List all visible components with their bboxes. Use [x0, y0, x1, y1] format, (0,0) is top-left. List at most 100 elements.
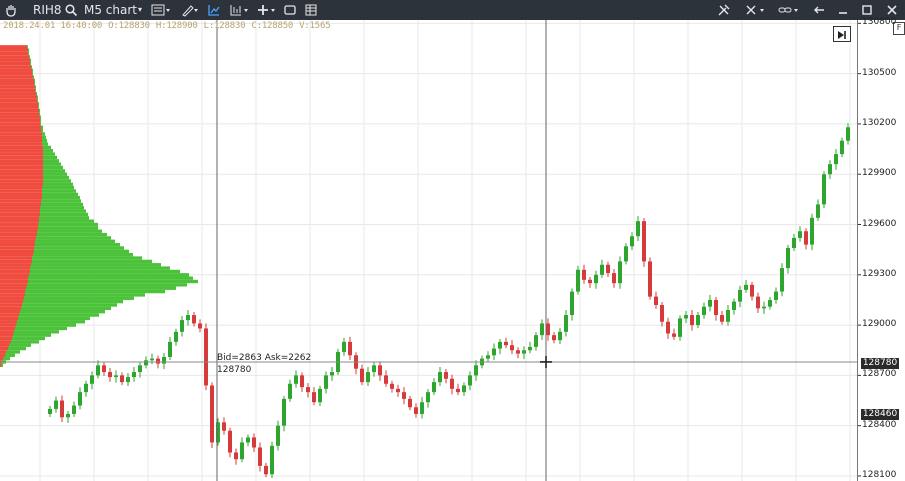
volume-profile-ask-bar [29, 273, 189, 277]
candle-body [162, 356, 166, 364]
candle-body [114, 375, 118, 378]
volume-profile-bid-bar [0, 162, 43, 166]
candle-body [798, 231, 802, 238]
volume-profile-bid-bar [0, 182, 43, 186]
y-tick-label: 128400 [862, 419, 897, 430]
volume-profile-bid-bar [0, 350, 6, 354]
candle-body [120, 375, 124, 383]
candle-body [504, 341, 508, 346]
candle-body [150, 358, 154, 361]
candle-body [408, 398, 412, 408]
indicators-icon[interactable] [229, 3, 249, 17]
pencil-icon[interactable] [181, 3, 199, 17]
maximize-icon[interactable] [860, 3, 874, 17]
window-icon[interactable] [283, 3, 297, 17]
candle-body [600, 264, 604, 275]
volume-profile-bid-bar [0, 333, 13, 337]
volume-profile-ask-bar [20, 310, 105, 314]
volume-profile-ask-bar [28, 279, 198, 284]
candle-body [702, 306, 706, 316]
volume-profile-ask-bar [17, 320, 85, 324]
candle-body [372, 365, 376, 373]
volume-profile-ask-bar [32, 259, 152, 264]
candle-body [492, 348, 496, 356]
volume-profile-bid-bar [0, 152, 43, 156]
candle-body [258, 447, 262, 466]
candle-body [330, 372, 334, 376]
candle-body [378, 365, 382, 376]
candle-body [348, 341, 352, 356]
volume-profile-bid-bar [0, 259, 32, 264]
volume-profile-bid-bar [0, 242, 35, 247]
y-tick-label: 129900 [862, 168, 897, 179]
volume-profile-bid-bar [0, 232, 37, 237]
crosshair-readout: Bid=2863 Ask=2262 128780 [217, 352, 311, 376]
candle-body [624, 246, 628, 262]
volume-profile-ask-bar [40, 115, 41, 119]
volume-profile-ask-bar [15, 326, 67, 331]
add-icon[interactable] [256, 3, 276, 17]
link-icon[interactable] [778, 3, 800, 17]
tools-icon[interactable] [717, 3, 731, 17]
crosshair-cursor-icon [540, 355, 552, 368]
volume-profile-bid-bar [0, 65, 31, 69]
search-icon[interactable] [64, 3, 78, 17]
volume-profile-bid-bar [0, 98, 37, 103]
crosshair-settings-icon[interactable] [744, 3, 766, 17]
symbol-label[interactable]: RIH8 [33, 0, 62, 20]
chart-type-dropdown[interactable]: M5 chart ▾ [84, 0, 142, 20]
crosshair-price-label: 128780 [217, 365, 252, 375]
volume-profile-bid-bar [0, 216, 39, 220]
volume-profile-bid-bar [0, 102, 38, 106]
volume-profile-ask-bar [34, 246, 124, 250]
candle-body [420, 402, 424, 414]
candle-body [270, 445, 274, 475]
volume-profile-bid-bar [0, 299, 23, 304]
volume-profile-bid-bar [0, 330, 14, 334]
candle-body [264, 465, 268, 475]
volume-profile-bid-bar [0, 293, 25, 297]
bid-ask-label: Bid=2863 Ask=2262 [217, 353, 312, 363]
candle-body [822, 174, 826, 205]
volume-profile-bid-bar [0, 179, 43, 183]
candle-body [204, 328, 208, 386]
chart-icon[interactable] [207, 3, 221, 17]
candle-body [78, 392, 82, 406]
candle-body [168, 341, 172, 357]
price-chart[interactable] [0, 0, 905, 481]
volume-profile-bid-bar [0, 229, 37, 233]
table-icon[interactable] [304, 3, 318, 17]
close-icon[interactable] [885, 3, 899, 17]
volume-profile-ask-bar [43, 182, 73, 186]
volume-profile-ask-bar [43, 169, 65, 173]
volume-profile-bid-bar [0, 45, 27, 49]
volume-profile-ask-bar [24, 296, 134, 300]
volume-profile-ask-bar [25, 293, 145, 297]
volume-profile-ask-bar [31, 65, 32, 69]
volume-profile-ask-bar [40, 212, 88, 217]
volume-profile-bid-bar [0, 48, 28, 52]
volume-profile-bid-bar [0, 303, 22, 307]
volume-profile-bid-bar [0, 118, 40, 123]
candle-body [72, 405, 76, 414]
candle-body [612, 273, 616, 284]
volume-profile-bid-bar [0, 313, 19, 317]
candle-body [468, 375, 472, 386]
candle-body [642, 221, 646, 262]
display-settings-icon[interactable] [151, 3, 171, 17]
volume-profile-ask-bar [32, 256, 142, 260]
back-arrow-icon[interactable] [812, 3, 826, 17]
volume-profile-ask-bar [28, 276, 193, 280]
volume-profile-bid-bar [0, 189, 42, 193]
scroll-to-end-button[interactable] [833, 26, 851, 42]
minimize-icon[interactable] [836, 3, 850, 17]
candle-body [840, 140, 844, 155]
candle-body [726, 310, 730, 322]
volume-profile-bid-bar [0, 172, 43, 176]
hand-icon[interactable] [4, 3, 18, 17]
volume-profile-ask-bar [42, 135, 46, 140]
bar-close: C:128850 [251, 21, 294, 31]
candle-body [762, 306, 766, 309]
volume-profile-bid-bar [0, 51, 28, 56]
volume-profile-ask-bar [35, 242, 120, 247]
